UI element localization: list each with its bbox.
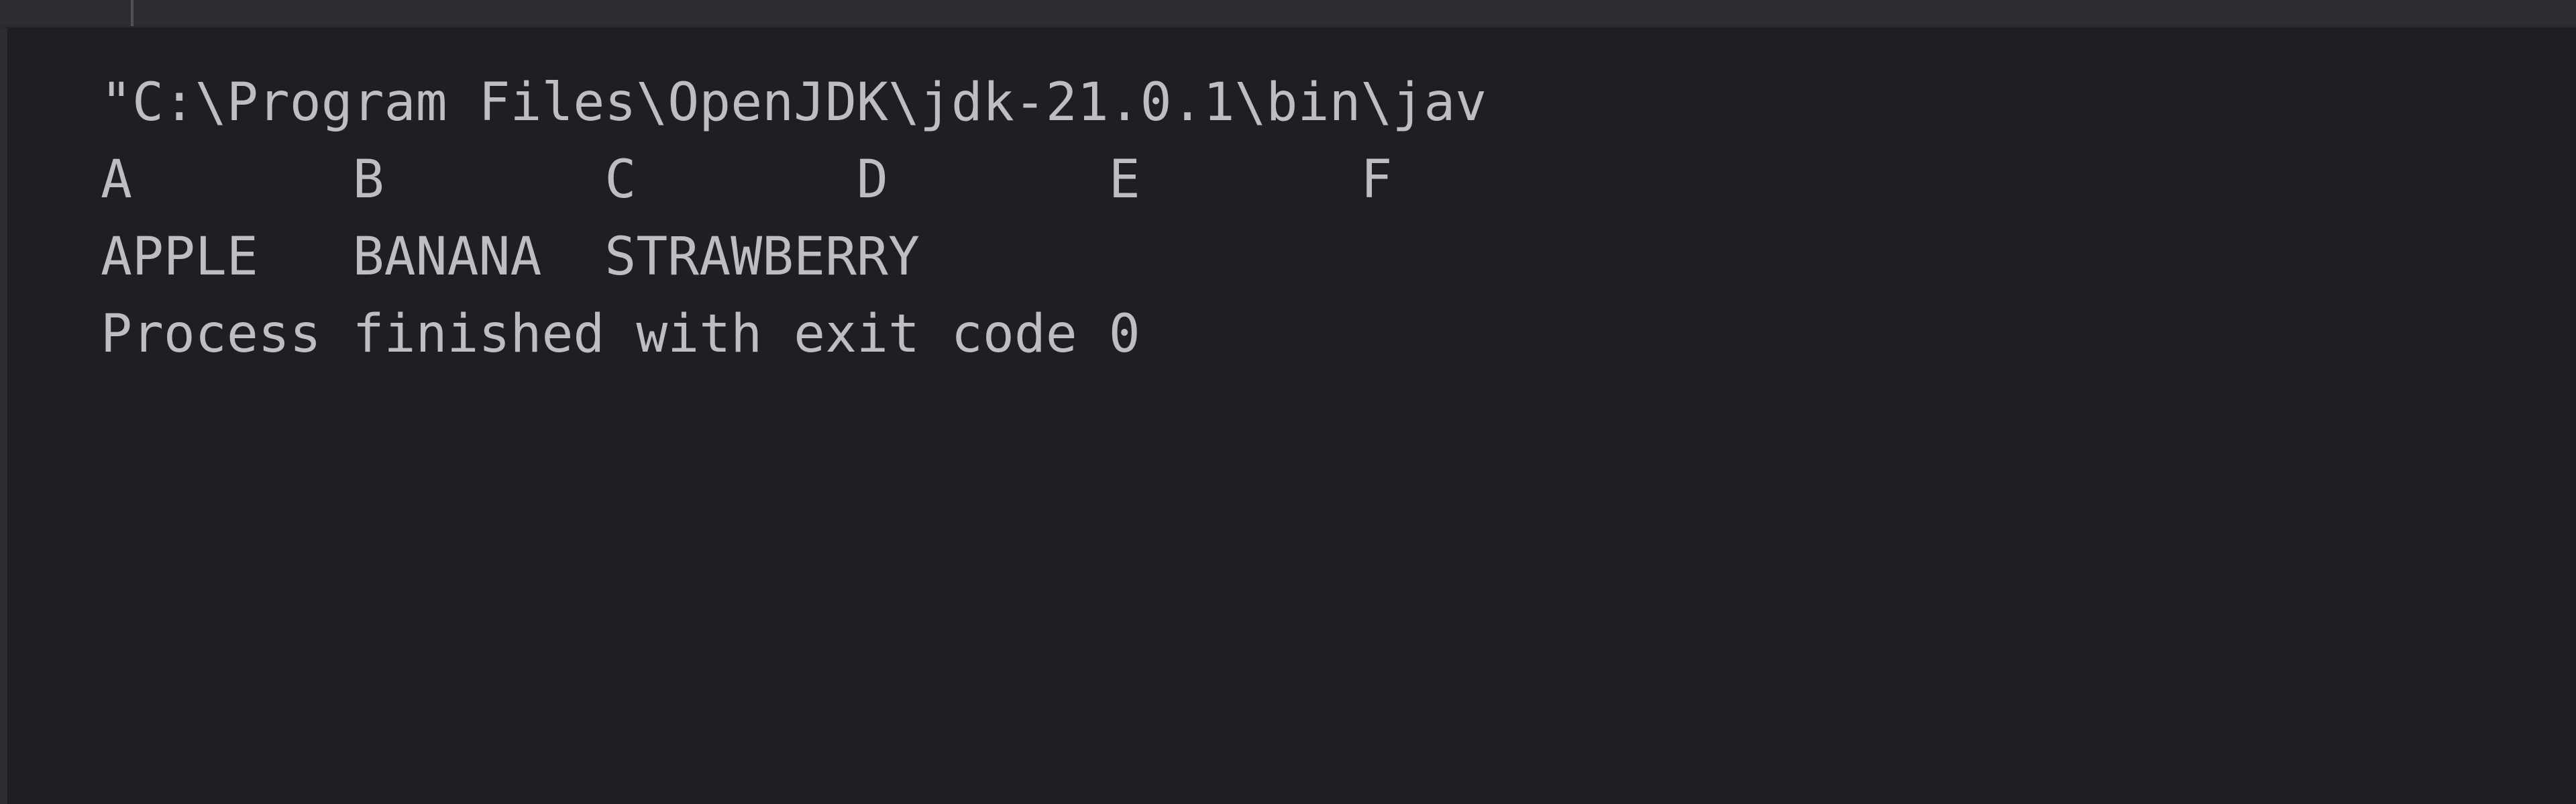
toolbar-divider (131, 0, 133, 28)
run-console-window: "C:\Program Files\OpenJDK\jdk-21.0.1\bin… (0, 0, 2576, 804)
console-gutter (0, 28, 7, 804)
toolbar (0, 0, 2576, 28)
console-text-area[interactable]: "C:\Program Files\OpenJDK\jdk-21.0.1\bin… (7, 28, 2576, 804)
console-line: "C:\Program Files\OpenJDK\jdk-21.0.1\bin… (101, 72, 1487, 133)
console-output-panel[interactable]: "C:\Program Files\OpenJDK\jdk-21.0.1\bin… (0, 28, 2576, 804)
console-line: Process finished with exit code 0 (101, 304, 1140, 364)
console-line: A B C D E F (101, 150, 1393, 210)
console-line: APPLE BANANA STRAWBERRY (101, 227, 920, 287)
